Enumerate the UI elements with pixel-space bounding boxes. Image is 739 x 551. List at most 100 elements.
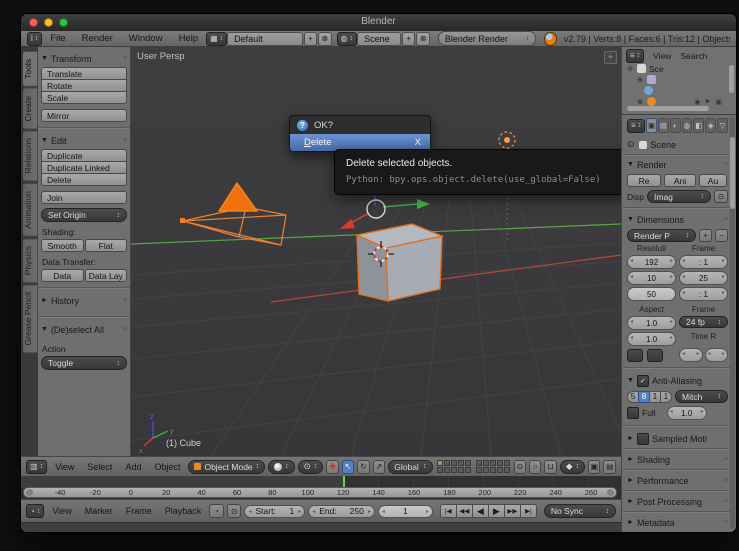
render-audio-button[interactable]: Au: [699, 174, 727, 187]
resolution-y-field[interactable]: ◂ 10 ▸: [627, 271, 676, 285]
selectability-pointer-icon[interactable]: ►: [704, 98, 711, 106]
screen-layout-selector[interactable]: ▦ ↕: [206, 31, 228, 46]
menu-window[interactable]: Window: [129, 33, 163, 44]
tab-object-icon[interactable]: ◧: [693, 118, 705, 133]
frame-start-field[interactable]: ◂ Start: 1 ▸: [244, 504, 306, 518]
time-remap-new-field[interactable]: ◂ ▸: [704, 348, 728, 362]
layer-toggle[interactable]: [503, 460, 510, 466]
scale-manipulator-icon[interactable]: ⇗: [372, 459, 386, 474]
layer-toggle[interactable]: [489, 467, 496, 473]
frame-end-field[interactable]: ◂ End: 250 ▸: [308, 504, 375, 518]
outliner-menu-view[interactable]: View: [653, 51, 671, 61]
outliner-vertical-scrollbar[interactable]: [729, 65, 734, 93]
layer-toggle[interactable]: [475, 460, 482, 466]
aa-samples-16-button[interactable]: 1: [660, 390, 672, 403]
viewport-3d[interactable]: z y x User Persp (1) Cube + ? OK? Delete…: [131, 47, 621, 456]
rotate-manipulator-icon[interactable]: ↻: [357, 459, 370, 474]
cube-object[interactable]: [354, 223, 445, 302]
set-origin-dropdown[interactable]: Set Origin ↕: [41, 208, 127, 222]
join-button[interactable]: Join: [41, 191, 127, 204]
properties-scrollbar[interactable]: [730, 137, 735, 209]
time-remap-old-field[interactable]: ◂ ▸: [679, 348, 703, 362]
lock-to-scene-icon[interactable]: ⊙: [513, 459, 526, 474]
scale-button[interactable]: Scale: [41, 91, 127, 104]
layer-toggle[interactable]: [496, 467, 503, 473]
delete-scene-button[interactable]: ⊗: [416, 31, 430, 46]
collapse-icon[interactable]: ⊖: [626, 65, 634, 73]
outliner-row-renderlayers[interactable]: ⊕: [622, 74, 736, 85]
frame-start-field[interactable]: ◂: 1 ▸: [679, 255, 728, 269]
renderability-camera-icon[interactable]: ▣: [715, 98, 722, 106]
orientation-dropdown[interactable]: Global ↕: [388, 459, 433, 474]
editor-type-outliner-button[interactable]: ≡ ↕: [626, 48, 645, 63]
region-expand-icon[interactable]: +: [604, 51, 617, 64]
tab-scene-icon[interactable]: ◐: [669, 118, 681, 133]
timeline-menu-frame[interactable]: Frame: [126, 506, 152, 516]
shading-panel-header[interactable]: ► Shading ≡: [627, 453, 728, 466]
motion-blur-checkbox[interactable]: .: [636, 432, 649, 445]
layer-toggle[interactable]: [457, 460, 464, 466]
menu-render[interactable]: Render: [82, 33, 113, 44]
layer-toggle[interactable]: [489, 460, 496, 466]
play-reverse-button[interactable]: ◀: [471, 504, 489, 518]
data-transfer-layout-button[interactable]: Data Lay: [84, 269, 127, 282]
outliner-horizontal-scrollbar[interactable]: [627, 106, 709, 111]
aspect-y-field[interactable]: ◂ 1.0 ▸: [627, 332, 676, 346]
proportional-edit-icon[interactable]: ○: [528, 459, 542, 474]
layer-toggle[interactable]: [475, 467, 482, 473]
lock-interface-icon[interactable]: ⊙: [714, 190, 728, 203]
fps-dropdown[interactable]: 24 fp ↕: [679, 316, 728, 328]
layer-toggle[interactable]: [457, 467, 464, 473]
tab-create[interactable]: Create: [23, 87, 38, 130]
tab-object-data-icon[interactable]: ▽: [717, 118, 728, 133]
snap-magnet-icon[interactable]: ⊔: [544, 459, 557, 474]
layer-toggle[interactable]: [482, 467, 489, 473]
play-button[interactable]: ▶: [487, 504, 505, 518]
layer-toggle[interactable]: [482, 460, 489, 466]
edit-panel-header[interactable]: ▼ Edit ≡: [41, 134, 127, 147]
render-still-button[interactable]: Re: [627, 174, 661, 187]
aspect-x-field[interactable]: ◂ 1.0 ▸: [627, 316, 676, 330]
snap-element-dropdown[interactable]: ◆ ↕: [559, 459, 585, 474]
layer-toggle[interactable]: [443, 460, 450, 466]
timeline[interactable]: -40 -20 0 20 40 60 80 100 120 140 160 180 200 220 240 2…: [21, 476, 621, 499]
opengl-render-anim-icon[interactable]: ▤: [603, 459, 616, 474]
remove-preset-button[interactable]: −: [715, 229, 728, 242]
crop-toggle[interactable]: [647, 348, 663, 362]
menu-help[interactable]: Help: [179, 33, 199, 44]
editor-type-timeline-button[interactable]: ◔ ↕: [26, 504, 45, 518]
jump-to-start-button[interactable]: |◀: [439, 504, 457, 518]
editor-type-3dview-button[interactable]: ▥ ↕: [26, 459, 48, 474]
data-transfer-data-button[interactable]: Data: [41, 269, 84, 282]
tab-physics[interactable]: Physics: [23, 237, 38, 283]
sync-dropdown[interactable]: No Sync ↕: [543, 504, 616, 518]
editor-type-info-button[interactable]: i ↕: [27, 31, 43, 46]
layer-toggle[interactable]: [436, 467, 443, 473]
tab-world-icon[interactable]: ◍: [681, 118, 693, 133]
outliner-row-scene[interactable]: ⊖ Sce: [622, 63, 736, 74]
tab-animation[interactable]: Animation: [23, 182, 38, 237]
timeline-menu-view[interactable]: View: [52, 506, 71, 516]
tab-grease-pencil[interactable]: Grease Pencil: [23, 283, 38, 354]
mirror-button[interactable]: Mirror: [41, 109, 127, 122]
tab-render-icon[interactable]: ▣: [646, 118, 657, 133]
full-sample-checkbox[interactable]: .: [627, 407, 639, 419]
manipulator-toggle-icon[interactable]: ✚: [326, 459, 339, 474]
dimensions-panel-header[interactable]: ▼ Dimensions ≡: [627, 213, 728, 226]
expand-icon[interactable]: ⊕: [636, 76, 644, 84]
timeline-menu-marker[interactable]: Marker: [85, 506, 113, 516]
transform-panel-header[interactable]: ▼ Transform ≡: [41, 52, 127, 65]
pin-icon[interactable]: ⊙: [627, 139, 635, 150]
jump-to-end-button[interactable]: ▶|: [519, 504, 537, 518]
layer-toggle[interactable]: [464, 467, 471, 473]
shade-flat-button[interactable]: Flat: [84, 239, 127, 252]
resolution-x-field[interactable]: ◂ 192 ▸: [627, 255, 676, 269]
action-dropdown[interactable]: Toggle ↕: [41, 356, 127, 370]
camera-object[interactable]: [180, 181, 287, 246]
lock-time-icon[interactable]: ⊙: [226, 504, 242, 518]
sampled-motion-blur-panel-header[interactable]: ► . Sampled Moti: [627, 432, 728, 445]
border-toggle[interactable]: [627, 348, 643, 362]
add-layout-button[interactable]: +: [303, 31, 318, 46]
add-scene-button[interactable]: +: [402, 31, 416, 46]
timeline-menu-playback[interactable]: Playback: [165, 506, 202, 516]
